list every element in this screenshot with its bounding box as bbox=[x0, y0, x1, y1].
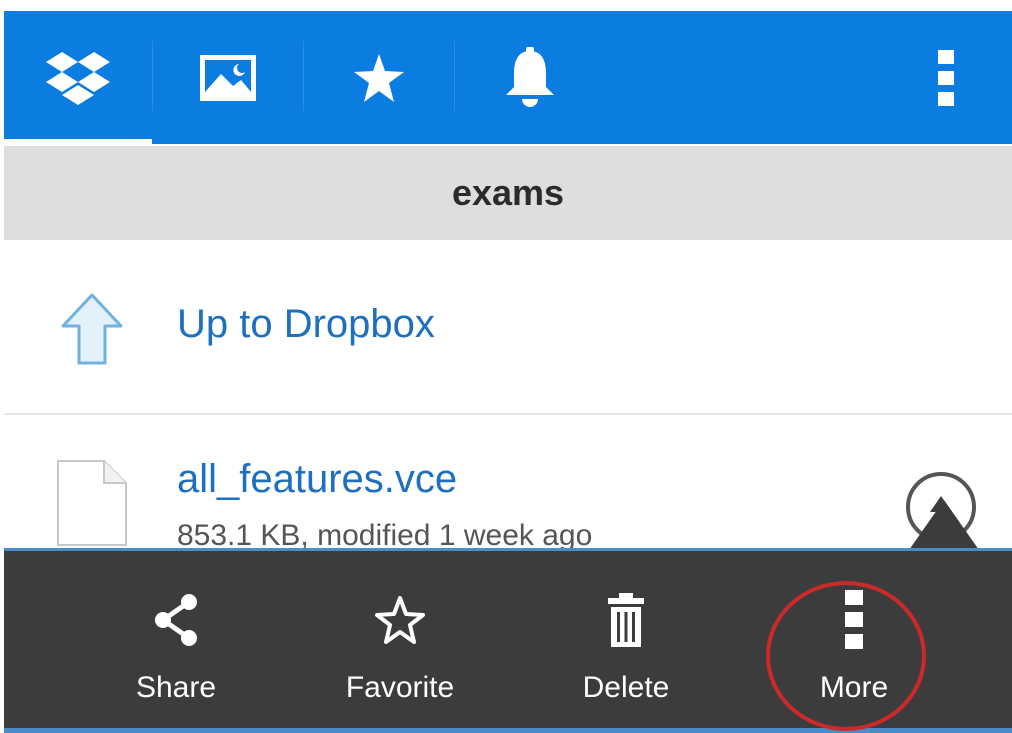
bell-icon bbox=[506, 46, 554, 107]
file-icon bbox=[57, 460, 127, 546]
up-to-parent-row[interactable]: Up to Dropbox bbox=[4, 240, 1012, 413]
photos-icon bbox=[200, 54, 256, 101]
delete-label: Delete bbox=[582, 671, 670, 704]
top-tab-bar bbox=[4, 11, 1012, 144]
folder-title-bar: exams bbox=[4, 146, 1012, 240]
favorite-label: Favorite bbox=[345, 671, 455, 704]
delete-icon-wrap bbox=[526, 585, 726, 655]
share-icon-wrap bbox=[76, 585, 276, 655]
tab-notifications[interactable] bbox=[455, 11, 605, 144]
delete-button[interactable]: Delete bbox=[526, 551, 726, 731]
star-outline-icon bbox=[375, 596, 425, 644]
active-tab-indicator bbox=[4, 139, 152, 144]
favorite-icon-wrap bbox=[300, 585, 500, 655]
tab-favorites[interactable] bbox=[304, 11, 454, 144]
favorite-button[interactable]: Favorite bbox=[300, 551, 500, 731]
trash-icon bbox=[608, 593, 644, 647]
up-to-parent-label: Up to Dropbox bbox=[177, 302, 435, 346]
action-bar-pointer bbox=[909, 500, 979, 550]
share-icon bbox=[155, 594, 197, 646]
more-highlight-circle bbox=[766, 581, 926, 731]
share-button[interactable]: Share bbox=[76, 551, 276, 731]
dropbox-icon bbox=[46, 51, 110, 105]
up-arrow-icon bbox=[61, 293, 123, 365]
star-icon bbox=[354, 53, 404, 102]
overflow-menu-button[interactable] bbox=[916, 11, 976, 144]
list-item[interactable]: all_features.vce 853.1 KB, modified 1 we… bbox=[4, 415, 1012, 555]
share-label: Share bbox=[135, 671, 217, 704]
dropbox-screen: exams Up to Dropbox all_features.vce 853… bbox=[0, 0, 1012, 733]
folder-title: exams bbox=[451, 172, 565, 213]
vertical-dots-icon bbox=[938, 49, 954, 106]
file-name: all_features.vce bbox=[177, 457, 458, 501]
tab-photos[interactable] bbox=[153, 11, 303, 144]
tab-dropbox[interactable] bbox=[4, 11, 152, 144]
